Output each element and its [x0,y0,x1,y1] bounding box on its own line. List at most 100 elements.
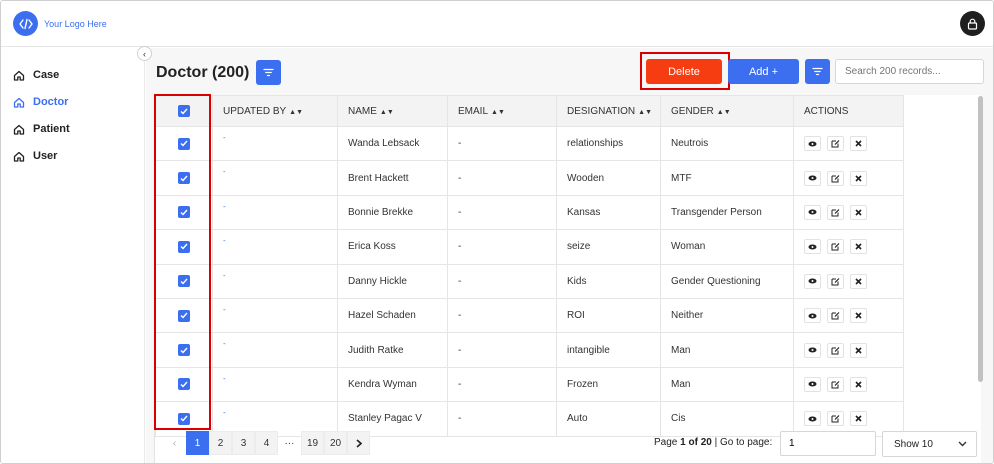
column-header-name[interactable]: NAME ▲▼ [337,95,448,127]
cell-updated-by: - [212,160,338,196]
eye-icon [808,175,817,181]
edit-button[interactable] [827,342,844,358]
goto-page-input[interactable] [780,431,876,456]
row-checkbox[interactable] [178,172,190,185]
edit-button[interactable] [827,308,844,324]
row-select-cell [155,194,213,231]
cell-name: Wanda Lebsack [337,125,448,162]
edit-button[interactable] [827,204,844,220]
table-row: - Erica Koss - seize Woman [155,229,904,265]
delete-row-button[interactable] [850,411,867,427]
cell-updated-by: - [212,125,338,162]
page-button[interactable]: 19 [301,431,324,455]
collapse-sidebar-button[interactable]: ‹ [137,46,152,61]
page-button[interactable]: 4 [255,431,278,455]
row-checkbox[interactable] [178,309,190,322]
row-checkbox[interactable] [178,412,190,425]
view-button[interactable] [804,376,821,392]
table-scrollbar[interactable] [978,96,983,382]
edit-button[interactable] [827,273,844,289]
page-size-select[interactable]: Show 10 [882,431,977,457]
page-button[interactable]: 2 [209,431,232,455]
column-header-email[interactable]: EMAIL ▲▼ [447,95,557,127]
view-button[interactable] [804,411,821,427]
delete-row-button[interactable] [850,376,867,392]
column-header-actions: ACTIONS [793,95,904,127]
top-bar: Your Logo Here [1,1,993,47]
cell-name: Kendra Wyman [337,366,448,403]
edit-button[interactable] [827,411,844,427]
edit-button[interactable] [827,170,844,186]
delete-row-button[interactable] [850,342,867,358]
delete-row-button[interactable] [850,273,867,289]
cell-email: - [447,229,557,265]
edit-icon [831,277,840,286]
cell-actions [793,160,904,196]
check-icon [180,140,188,147]
cell-name: Danny Hickle [337,263,448,299]
column-header-designation[interactable]: DESIGNATION ▲▼ [556,95,661,127]
table-row: - Kendra Wyman - Frozen Man [155,366,904,403]
edit-button[interactable] [827,376,844,392]
prev-page-button[interactable]: ‹ [163,431,186,455]
close-icon [855,140,862,147]
page-button[interactable]: 3 [232,431,255,455]
cell-name: Hazel Schaden [337,297,448,334]
page-button[interactable]: 1 [186,431,209,455]
sidebar-item-label: Doctor [33,96,69,108]
sidebar-item-doctor[interactable]: Doctor [13,96,68,108]
view-button[interactable] [804,136,821,152]
row-checkbox[interactable] [178,275,190,288]
view-button[interactable] [804,204,821,220]
edit-button[interactable] [827,136,844,152]
view-button[interactable] [804,273,821,289]
cell-designation: relationships [556,125,661,162]
select-all-checkbox[interactable] [178,105,190,117]
delete-row-button[interactable] [850,136,867,152]
column-header-updated-by[interactable]: UPDATED BY ▲▼ [212,95,338,127]
avatar[interactable] [960,11,985,36]
cell-name: Brent Hackett [337,160,448,196]
page-button[interactable]: 20 [324,431,347,455]
delete-row-button[interactable] [850,204,867,220]
row-checkbox[interactable] [178,137,190,150]
view-button[interactable] [804,239,821,255]
chevron-left-icon: ‹ [143,48,146,59]
delete-row-button[interactable] [850,170,867,186]
search-input[interactable] [835,59,984,84]
next-page-button[interactable] [347,431,370,455]
cell-email: - [447,332,557,368]
row-checkbox[interactable] [178,240,190,253]
column-header-gender[interactable]: GENDER ▲▼ [660,95,794,127]
chevron-right-icon [355,438,362,448]
sidebar-item-patient[interactable]: Patient [13,123,70,135]
code-brackets-icon [13,11,38,36]
cell-gender: Neutrois [660,125,794,162]
view-button[interactable] [804,342,821,358]
logo[interactable]: Your Logo Here [13,11,107,36]
sidebar-item-user[interactable]: User [13,150,57,162]
edit-button[interactable] [827,239,844,255]
edit-icon [831,415,840,423]
edit-icon [831,140,840,148]
add-button[interactable]: Add + [728,59,799,84]
row-checkbox[interactable] [178,378,190,391]
cell-updated-by: - [212,263,338,299]
delete-row-button[interactable] [850,239,867,255]
eye-icon [808,313,817,319]
cell-actions [793,366,904,403]
view-button[interactable] [804,170,821,186]
cell-email: - [447,297,557,334]
title-filter-button[interactable] [256,60,281,85]
row-checkbox[interactable] [178,206,190,219]
view-button[interactable] [804,308,821,324]
cell-updated-by: - [212,229,338,265]
logo-text: Your Logo Here [44,18,107,29]
delete-row-button[interactable] [850,308,867,324]
delete-button[interactable]: Delete [646,59,722,84]
cell-name: Judith Ratke [337,332,448,368]
total-pages: 20 [700,437,712,448]
sidebar-item-case[interactable]: Case [13,69,59,81]
filter-button[interactable] [805,59,830,84]
row-checkbox[interactable] [178,344,190,357]
